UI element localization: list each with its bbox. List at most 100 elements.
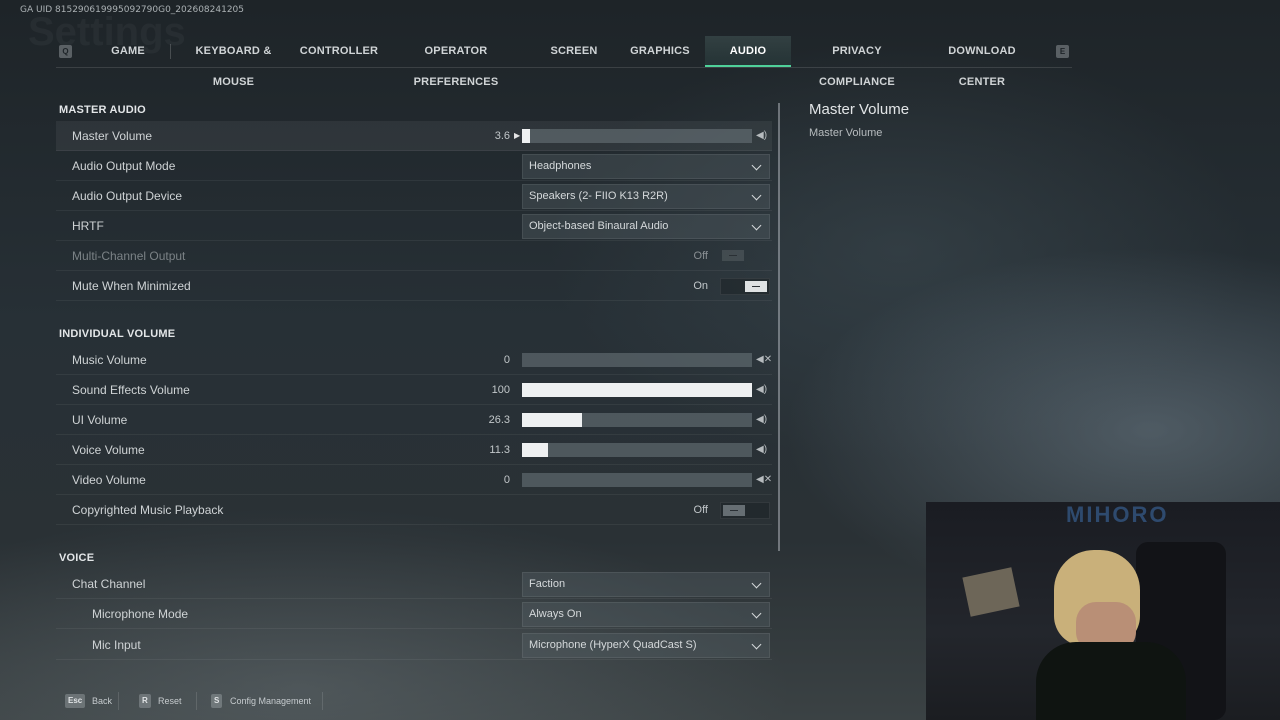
tab-graphics[interactable]: GRAPHICS bbox=[626, 36, 694, 67]
voice-volume-slider[interactable] bbox=[522, 443, 752, 457]
setting-label: Video Volume bbox=[72, 473, 146, 487]
setting-value: 0 bbox=[503, 354, 510, 366]
settings-scrollbar[interactable] bbox=[778, 103, 780, 551]
setting-hrtf[interactable]: HRTF Object-based Binaural Audio bbox=[56, 211, 772, 241]
setting-value: 26.3 bbox=[488, 414, 510, 426]
description-title: Master Volume bbox=[809, 101, 910, 118]
config-management-label: Config Management bbox=[230, 696, 312, 706]
setting-label: Voice Volume bbox=[72, 443, 145, 457]
toggle-state-label: On bbox=[693, 280, 708, 292]
hrtf-dropdown[interactable]: Object-based Binaural Audio bbox=[522, 214, 770, 239]
chevron-down-icon bbox=[751, 608, 762, 619]
setting-value: 0 bbox=[503, 474, 510, 486]
mic-input-dropdown[interactable]: Microphone (HyperX QuadCast S) bbox=[522, 633, 770, 658]
setting-label: Music Volume bbox=[72, 353, 147, 367]
mute-when-minimized-toggle[interactable] bbox=[720, 278, 770, 295]
prev-tab-key-icon[interactable]: Q bbox=[59, 45, 72, 58]
tab-screen[interactable]: SCREEN bbox=[541, 36, 607, 67]
toggle-state-label: Off bbox=[693, 250, 708, 262]
footer-divider bbox=[118, 692, 119, 710]
setting-copyrighted-music-playback[interactable]: Copyrighted Music Playback Off bbox=[56, 495, 772, 525]
dropdown-value: Microphone (HyperX QuadCast S) bbox=[529, 639, 697, 651]
ui-volume-slider[interactable] bbox=[522, 413, 752, 427]
webcam-box bbox=[962, 567, 1020, 617]
multi-channel-toggle bbox=[720, 248, 770, 265]
setting-microphone-mode[interactable]: Microphone Mode Always On bbox=[56, 599, 772, 629]
tab-download-center[interactable]: DOWNLOAD CENTER bbox=[928, 36, 1036, 88]
setting-music-volume[interactable]: Music Volume 0 ◀✕ bbox=[56, 345, 772, 375]
tab-controller[interactable]: CONTROLLER bbox=[299, 36, 379, 67]
setting-label: Master Volume bbox=[72, 129, 153, 143]
microphone-mode-dropdown[interactable]: Always On bbox=[522, 602, 770, 627]
reset-label: Reset bbox=[158, 696, 182, 706]
music-volume-slider[interactable] bbox=[522, 353, 752, 367]
setting-chat-channel[interactable]: Chat Channel Faction bbox=[56, 569, 772, 599]
setting-audio-output-mode[interactable]: Audio Output Mode Headphones bbox=[56, 151, 772, 181]
setting-label: Copyrighted Music Playback bbox=[72, 503, 224, 517]
footer-divider bbox=[322, 692, 323, 710]
setting-label: Audio Output Device bbox=[72, 189, 183, 203]
chevron-down-icon bbox=[751, 578, 762, 589]
tab-game[interactable]: GAME bbox=[96, 36, 160, 67]
setting-label: Chat Channel bbox=[72, 577, 146, 591]
audio-output-device-dropdown[interactable]: Speakers (2- FIIO K13 R2R) bbox=[522, 184, 770, 209]
speaker-icon: ◀) bbox=[756, 384, 768, 395]
section-title-individual-volume: INDIVIDUAL VOLUME bbox=[59, 328, 176, 340]
speaker-muted-icon: ◀✕ bbox=[756, 354, 773, 365]
r-key-icon: R bbox=[139, 694, 151, 708]
settings-tab-bar: Q GAME KEYBOARD & MOUSE CONTROLLER OPERA… bbox=[56, 36, 1072, 88]
chevron-down-icon bbox=[751, 639, 762, 650]
chat-channel-dropdown[interactable]: Faction bbox=[522, 572, 770, 597]
s-key-icon: S bbox=[211, 694, 223, 708]
back-button[interactable]: Esc Back bbox=[56, 690, 120, 712]
chevron-down-icon bbox=[751, 220, 762, 231]
description-text: Master Volume bbox=[809, 127, 883, 139]
section-title-master-audio: MASTER AUDIO bbox=[59, 104, 146, 116]
section-title-voice: VOICE bbox=[59, 552, 95, 564]
tab-privacy-compliance[interactable]: PRIVACY COMPLIANCE bbox=[798, 36, 916, 88]
slider-cursor-icon: ▶ bbox=[514, 131, 521, 140]
setting-value: 11.3 bbox=[489, 444, 510, 456]
setting-label: Mute When Minimized bbox=[72, 279, 191, 293]
setting-multi-channel-output: Multi-Channel Output Off bbox=[56, 241, 772, 271]
setting-sound-effects-volume[interactable]: Sound Effects Volume 100 ◀) bbox=[56, 375, 772, 405]
setting-label: Mic Input bbox=[92, 638, 141, 652]
setting-label: HRTF bbox=[72, 219, 104, 233]
video-volume-slider[interactable] bbox=[522, 473, 752, 487]
config-management-button[interactable]: S Config Management bbox=[202, 690, 322, 712]
tab-operator-preferences[interactable]: OPERATOR PREFERENCES bbox=[387, 36, 525, 88]
tab-divider bbox=[170, 44, 171, 59]
master-volume-slider[interactable] bbox=[522, 129, 752, 143]
setting-ui-volume[interactable]: UI Volume 26.3 ◀) bbox=[56, 405, 772, 435]
next-tab-key-icon[interactable]: E bbox=[1056, 45, 1069, 58]
setting-label: Multi-Channel Output bbox=[72, 249, 186, 263]
dropdown-value: Always On bbox=[529, 608, 582, 620]
esc-key-icon: Esc bbox=[65, 694, 86, 708]
setting-value: 3.6 bbox=[494, 130, 510, 142]
webcam-person-body bbox=[1036, 642, 1186, 720]
back-label: Back bbox=[92, 696, 113, 706]
toggle-state-label: Off bbox=[693, 504, 708, 516]
setting-mic-input[interactable]: Mic Input Microphone (HyperX QuadCast S) bbox=[56, 630, 772, 660]
dropdown-value: Headphones bbox=[529, 160, 592, 172]
setting-audio-output-device[interactable]: Audio Output Device Speakers (2- FIIO K1… bbox=[56, 181, 772, 211]
speaker-icon: ◀) bbox=[756, 130, 768, 141]
sound-effects-volume-slider[interactable] bbox=[522, 383, 752, 397]
speaker-icon: ◀) bbox=[756, 414, 768, 425]
dropdown-value: Speakers (2- FIIO K13 R2R) bbox=[529, 190, 668, 202]
setting-label: Microphone Mode bbox=[92, 607, 189, 621]
audio-output-mode-dropdown[interactable]: Headphones bbox=[522, 154, 770, 179]
tab-keyboard-mouse[interactable]: KEYBOARD & MOUSE bbox=[176, 36, 291, 88]
dropdown-value: Object-based Binaural Audio bbox=[529, 220, 669, 232]
setting-value: 100 bbox=[491, 384, 510, 396]
setting-voice-volume[interactable]: Voice Volume 11.3 ◀) bbox=[56, 435, 772, 465]
footer-divider bbox=[196, 692, 197, 710]
copyrighted-music-toggle[interactable] bbox=[720, 502, 770, 519]
setting-label: UI Volume bbox=[72, 413, 128, 427]
setting-mute-when-minimized[interactable]: Mute When Minimized On bbox=[56, 271, 772, 301]
reset-button[interactable]: R Reset bbox=[130, 690, 200, 712]
audio-settings-panel: MASTER AUDIO Master Volume 3.6 ▶ ◀) Audi… bbox=[56, 100, 772, 660]
tab-audio[interactable]: AUDIO bbox=[705, 36, 791, 67]
setting-video-volume[interactable]: Video Volume 0 ◀✕ bbox=[56, 465, 772, 495]
setting-master-volume[interactable]: Master Volume 3.6 ▶ ◀) bbox=[56, 121, 772, 151]
